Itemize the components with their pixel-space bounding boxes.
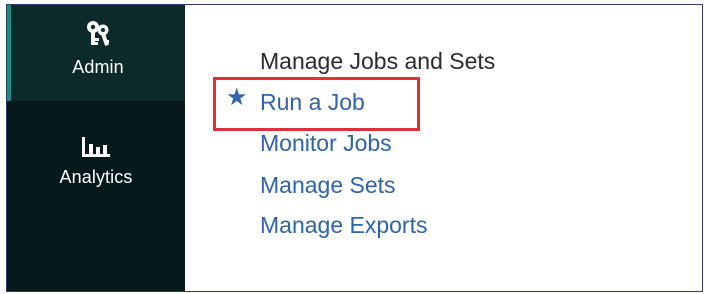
monitor-jobs-link[interactable]: Monitor Jobs [260, 130, 392, 157]
section-heading: Manage Jobs and Sets [260, 48, 496, 74]
run-a-job-link[interactable]: Run a Job [260, 89, 365, 116]
sidebar-item-analytics[interactable]: Analytics [7, 123, 185, 211]
sidebar-item-label: Analytics [59, 167, 133, 187]
app-window: Admin Analytics Manage Jobs and Sets ★ R… [6, 4, 703, 292]
admin-keys-icon [87, 21, 109, 46]
menu-panel: Manage Jobs and Sets ★ Run a Job Monitor… [185, 5, 702, 291]
bar-chart-icon [82, 137, 110, 157]
manage-sets-link[interactable]: Manage Sets [260, 172, 396, 199]
favorite-star-icon[interactable]: ★ [226, 85, 248, 109]
sidebar-item-admin[interactable]: Admin [7, 5, 185, 101]
sidebar-item-label: Admin [72, 57, 124, 77]
sidebar: Admin Analytics [7, 5, 185, 291]
manage-exports-link[interactable]: Manage Exports [260, 212, 427, 239]
